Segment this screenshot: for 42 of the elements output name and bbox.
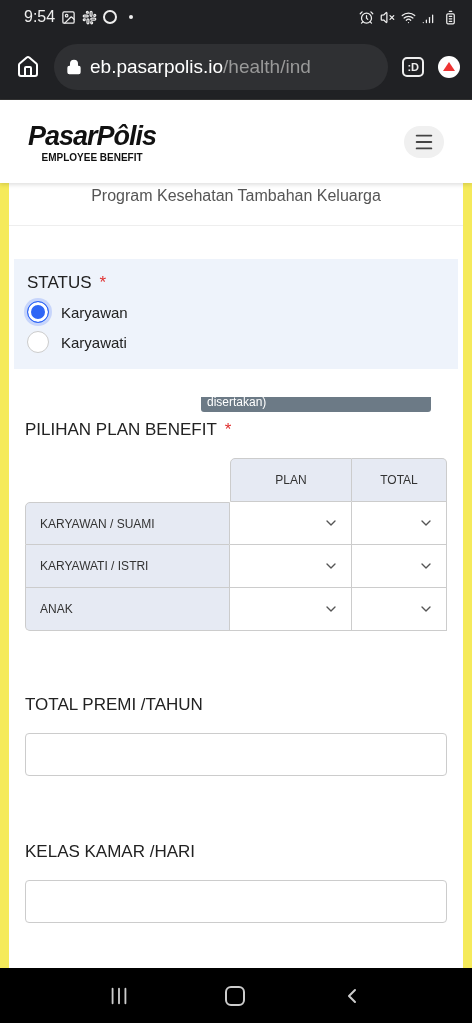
field-label: KELAS KAMAR /HARI <box>25 842 196 862</box>
address-bar[interactable]: eb.pasarpolis.io/health/ind <box>54 43 389 90</box>
dropdown[interactable] <box>352 545 447 588</box>
plan-benefit-label: PILIHAN PLAN BENEFIT <box>25 420 217 440</box>
status-label: STATUS <box>27 273 92 293</box>
dropdown[interactable] <box>230 545 352 588</box>
wifi-icon <box>401 9 416 25</box>
dropdown[interactable] <box>352 502 447 545</box>
radio-label[interactable]: Karyawan <box>61 303 128 321</box>
radio-button[interactable] <box>27 301 49 323</box>
row-header: ANAK <box>25 588 230 631</box>
radio-label[interactable]: Karyawati <box>61 333 127 351</box>
column-header: TOTAL <box>352 458 447 502</box>
home-icon[interactable] <box>16 54 40 79</box>
alarm-icon <box>359 9 374 25</box>
dot-icon <box>129 15 134 19</box>
field-label: TOTAL PREMI /TAHUN <box>25 695 203 715</box>
input-field[interactable] <box>25 880 447 923</box>
logo[interactable]: PasarPôlis <box>28 120 157 152</box>
dropdown[interactable] <box>230 588 352 631</box>
row-header: KARYAWAN / SUAMI <box>25 502 230 545</box>
mute-icon <box>380 9 395 25</box>
logo-subtitle: EMPLOYEE BENEFIT <box>41 151 143 163</box>
dropdown[interactable] <box>230 502 352 545</box>
menu-button[interactable] <box>404 125 444 158</box>
upload-icon[interactable] <box>438 55 460 78</box>
url-host: eb.pasarpolis.io <box>90 55 224 78</box>
required-mark: * <box>99 273 107 293</box>
home-button-icon[interactable] <box>225 985 245 1006</box>
image-icon <box>61 9 77 25</box>
tooltip: disertakan) <box>201 397 431 412</box>
dropdown[interactable] <box>352 588 447 631</box>
lock-icon <box>66 58 82 75</box>
clock: 9:54 <box>24 8 56 26</box>
tab-count-button[interactable]: :D <box>402 56 424 77</box>
row-header: KARYAWATI / ISTRI <box>25 545 230 588</box>
subtitle: Program Kesehatan Tambahan Keluarga <box>9 187 463 226</box>
url-path: /health/ind <box>223 55 311 78</box>
required-mark: * <box>224 420 232 440</box>
column-header: PLAN <box>230 458 352 502</box>
battery-icon <box>443 9 458 25</box>
input-field[interactable] <box>25 733 447 776</box>
